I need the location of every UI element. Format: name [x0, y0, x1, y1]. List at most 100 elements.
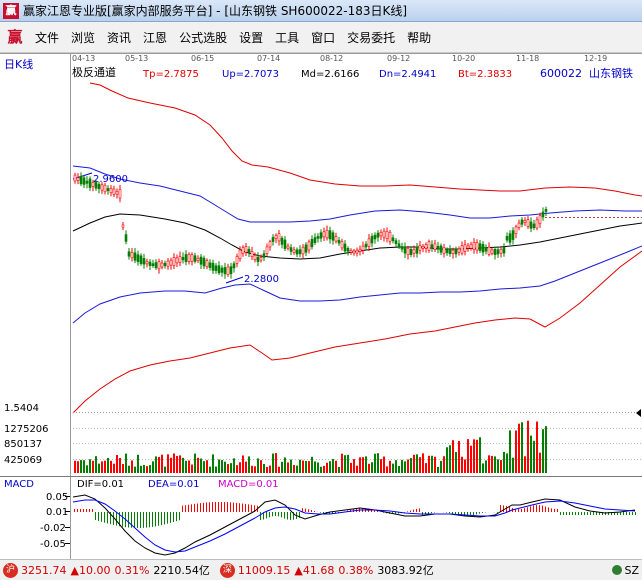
macd-tick-label: 0.05 — [46, 492, 68, 503]
volume-scroll-arrow-icon[interactable] — [636, 409, 641, 417]
candle-body — [481, 244, 485, 253]
volume-bar — [125, 453, 127, 473]
volume-bar — [176, 455, 178, 473]
volume-bar — [392, 463, 394, 473]
volume-bar — [182, 457, 184, 473]
volume-bar — [536, 421, 538, 473]
candle-body — [103, 184, 107, 193]
candle-body — [334, 236, 338, 242]
candle-body — [313, 237, 317, 243]
macd-bar — [407, 511, 408, 512]
volume-bar — [488, 455, 490, 473]
menu-item-window[interactable]: 窗口 — [305, 29, 341, 46]
candle-body — [163, 262, 167, 267]
volume-bar — [383, 456, 385, 473]
macd-bar — [161, 512, 162, 526]
macd-bar — [197, 503, 198, 512]
volume-bar — [131, 460, 133, 473]
volume-bar — [80, 460, 82, 473]
sz-index-icon[interactable]: 深 — [219, 562, 235, 578]
volume-bar — [461, 456, 463, 473]
stock-code: 600022 — [540, 67, 582, 80]
sz-index-change: ▲41.68 — [294, 563, 335, 577]
volume-bar — [278, 466, 280, 473]
macd-bar — [536, 505, 537, 512]
candle-body — [211, 262, 215, 271]
tp-value: Tp=2.7875 — [142, 69, 199, 80]
candle-body — [349, 250, 353, 253]
macd-bar — [419, 508, 420, 512]
candle-body — [76, 177, 80, 181]
candle-body — [322, 231, 326, 238]
menu-item-file[interactable]: 文件 — [29, 29, 65, 46]
macd-bar — [86, 509, 87, 512]
volume-bar — [251, 465, 253, 473]
volume-bar — [209, 466, 211, 473]
macd-tick-label: -0.05 — [40, 539, 66, 550]
title-bar: 赢 赢家江恩专业版[赢家内部服务平台] - [山东钢铁 SH600022-183… — [0, 0, 642, 22]
macd-bar — [476, 512, 477, 515]
candle-body — [433, 243, 437, 250]
sz-indicator[interactable]: SZ — [612, 564, 639, 577]
macd-bar — [284, 512, 285, 519]
macd-bar — [287, 512, 288, 520]
volume-scale-label: 425069 — [4, 455, 42, 466]
candle-body — [235, 256, 239, 264]
macd-bar — [143, 512, 144, 528]
volume-bar — [314, 461, 316, 473]
menu-item-help[interactable]: 帮助 — [401, 29, 437, 46]
volume-bar — [89, 459, 91, 473]
volume-bar — [152, 461, 154, 473]
volume-bar — [263, 463, 265, 473]
menu-item-settings[interactable]: 设置 — [233, 29, 269, 46]
candle-body — [148, 261, 152, 266]
candle-body — [304, 244, 308, 253]
candle-body — [436, 246, 440, 250]
period-label[interactable]: 日K线 — [4, 57, 33, 71]
menu-item-trade[interactable]: 交易委托 — [341, 29, 401, 46]
volume-bar — [533, 440, 535, 473]
menu-item-formula-screen[interactable]: 公式选股 — [173, 29, 233, 46]
candle-body — [172, 257, 176, 266]
volume-bar — [128, 465, 130, 473]
candle-body — [406, 247, 410, 256]
macd-bar — [320, 512, 321, 513]
volume-bar — [290, 459, 292, 473]
menu-item-browse[interactable]: 浏览 — [65, 29, 101, 46]
kline-chart[interactable]: 04-13 05-13 06-15 07-14 08-12 09-12 10-2… — [0, 53, 642, 559]
sh-index-icon[interactable]: 沪 — [3, 562, 18, 578]
candle-body — [541, 211, 545, 218]
volume-bar — [101, 461, 103, 473]
candle-body — [361, 245, 365, 251]
volume-bar — [122, 463, 124, 473]
volume-bar — [212, 454, 214, 473]
sh-index-amount: 2210.54亿 — [153, 564, 210, 577]
volume-bar — [356, 465, 358, 473]
candle-body — [196, 258, 200, 261]
candle-body — [145, 261, 149, 265]
menu-item-tools[interactable]: 工具 — [269, 29, 305, 46]
sz-indicator-label: SZ — [624, 563, 639, 577]
volume-bar — [224, 461, 226, 473]
volume-bar — [92, 460, 94, 473]
volume-bar — [527, 420, 529, 473]
sh-index-change: ▲10.00 — [70, 563, 111, 577]
volume-bar — [323, 465, 325, 473]
menu-item-news[interactable]: 资讯 — [101, 29, 137, 46]
kline-chart-area[interactable]: 04-13 05-13 06-15 07-14 08-12 09-12 10-2… — [0, 53, 642, 559]
candle-body — [79, 176, 83, 185]
volume-bar — [206, 460, 208, 473]
window-title: 赢家江恩专业版[赢家内部服务平台] - [山东钢铁 SH600022-183日K… — [23, 4, 408, 18]
candle-body — [385, 231, 389, 239]
macd-bar — [128, 512, 129, 528]
volume-bar — [107, 457, 109, 473]
menu-item-gann[interactable]: 江恩 — [137, 29, 173, 46]
macd-bar — [245, 503, 246, 512]
macd-dea-line — [72, 499, 636, 553]
volume-bar — [446, 447, 448, 473]
macd-bar — [578, 512, 579, 515]
volume-bar — [338, 466, 340, 473]
macd-bar — [626, 512, 627, 515]
candle-body — [178, 256, 182, 263]
volume-bar — [164, 466, 166, 473]
